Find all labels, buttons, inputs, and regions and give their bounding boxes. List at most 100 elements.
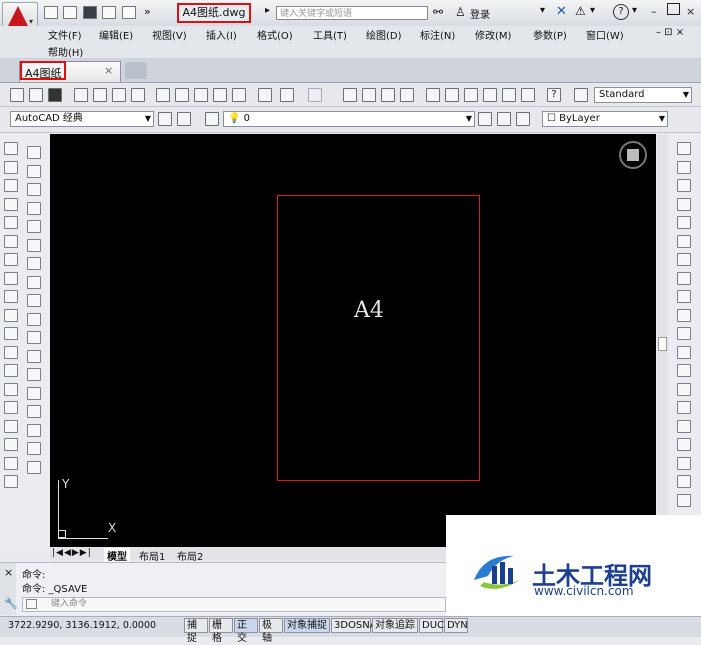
table-icon[interactable] bbox=[4, 456, 18, 470]
arc-length-icon[interactable] bbox=[677, 179, 691, 192]
text-style-icon[interactable] bbox=[574, 88, 588, 102]
gradient-icon[interactable] bbox=[4, 419, 18, 433]
tab-layout2[interactable]: 布局2 bbox=[177, 548, 203, 563]
diameter-icon[interactable] bbox=[677, 253, 691, 266]
layer-properties-icon[interactable] bbox=[205, 112, 219, 126]
zoom-previous-icon[interactable] bbox=[400, 88, 414, 102]
extend-icon[interactable] bbox=[27, 331, 41, 344]
status-toggle-7[interactable]: 对象追踪 bbox=[372, 618, 418, 633]
status-toggle-5[interactable]: 对象捕捉 bbox=[284, 618, 330, 633]
pan-icon[interactable] bbox=[343, 88, 357, 102]
close-tab-icon[interactable]: × bbox=[104, 64, 113, 77]
print-preview-icon[interactable] bbox=[93, 88, 107, 102]
scrollbar-thumb[interactable] bbox=[658, 337, 667, 351]
login-link[interactable]: 登录 bbox=[470, 6, 490, 21]
status-toggle-2[interactable]: 栅格 bbox=[209, 618, 233, 644]
workspace-settings-icon[interactable] bbox=[158, 112, 172, 126]
polyline-icon[interactable] bbox=[4, 179, 18, 192]
block-editor-icon[interactable] bbox=[258, 88, 272, 102]
redo-icon[interactable] bbox=[308, 88, 322, 102]
new-tab-button[interactable] bbox=[125, 62, 147, 79]
join-icon[interactable] bbox=[27, 386, 41, 400]
insert-block-icon[interactable] bbox=[4, 345, 18, 359]
ellipse-icon[interactable] bbox=[4, 308, 18, 322]
help-icon[interactable]: ? bbox=[547, 88, 561, 102]
match-properties-icon[interactable] bbox=[213, 88, 227, 102]
multiline-text-icon[interactable] bbox=[4, 475, 18, 488]
break-dimension-icon[interactable] bbox=[677, 364, 691, 377]
tab-navigation-arrows-icon[interactable]: |◀◀▶▶| bbox=[52, 548, 92, 558]
workspace-select[interactable]: AutoCAD 经典 ▼ bbox=[10, 111, 154, 127]
text-style-select[interactable]: Standard ▼ bbox=[594, 87, 692, 103]
close-window-button[interactable]: × bbox=[686, 5, 695, 18]
make-current-layer-icon[interactable] bbox=[478, 112, 492, 126]
revision-cloud-icon[interactable] bbox=[4, 271, 18, 285]
array-icon[interactable] bbox=[27, 220, 41, 233]
status-toggle-1[interactable]: 捕捉 bbox=[184, 618, 208, 644]
baseline-icon[interactable] bbox=[677, 308, 691, 322]
aligned-dimension-icon[interactable] bbox=[677, 160, 691, 174]
warning-icon[interactable]: ⚠ bbox=[575, 4, 586, 18]
continue-icon[interactable] bbox=[677, 327, 691, 340]
properties-icon[interactable] bbox=[426, 88, 440, 102]
copy-icon[interactable] bbox=[27, 164, 41, 178]
a4-text-label[interactable]: A4 bbox=[354, 298, 394, 323]
center-mark-icon[interactable] bbox=[677, 401, 691, 414]
dimension-edit-icon[interactable] bbox=[677, 456, 691, 470]
ordinate-icon[interactable] bbox=[677, 197, 691, 211]
menu-item-tools[interactable]: 工具(T) bbox=[313, 27, 347, 42]
break-icon[interactable] bbox=[27, 368, 41, 381]
region-icon[interactable] bbox=[4, 438, 18, 451]
fillet-icon[interactable] bbox=[27, 423, 41, 437]
status-toggle-6[interactable]: 3DOSNAP bbox=[331, 618, 383, 633]
print-icon[interactable] bbox=[74, 88, 88, 102]
markup-icon[interactable] bbox=[502, 88, 516, 102]
open-folder-icon[interactable] bbox=[29, 88, 43, 102]
exchange-icon[interactable]: ✕ bbox=[556, 4, 567, 19]
undo-icon[interactable] bbox=[280, 88, 294, 102]
cut-icon[interactable] bbox=[156, 88, 170, 102]
viewcube-icon[interactable] bbox=[627, 149, 639, 161]
print-icon[interactable] bbox=[122, 6, 136, 19]
publish-icon[interactable] bbox=[112, 88, 126, 102]
circle-icon[interactable] bbox=[4, 253, 18, 266]
trim-icon[interactable] bbox=[27, 312, 41, 326]
line-icon[interactable] bbox=[4, 142, 18, 155]
offset-icon[interactable] bbox=[27, 201, 41, 215]
jogged-linear-icon[interactable] bbox=[677, 438, 691, 451]
zoom-realtime-icon[interactable] bbox=[362, 88, 376, 102]
calculator-icon[interactable] bbox=[521, 88, 535, 102]
user-icon[interactable]: ♙ bbox=[455, 5, 466, 19]
menu-item-modify[interactable]: 修改(M) bbox=[475, 27, 511, 42]
brush-icon[interactable] bbox=[232, 88, 246, 102]
dimension-text-edit-icon[interactable] bbox=[677, 475, 691, 488]
angular-icon[interactable] bbox=[677, 271, 691, 285]
explode-icon[interactable] bbox=[27, 460, 41, 474]
paste-icon[interactable] bbox=[194, 88, 208, 102]
mirror-icon[interactable] bbox=[27, 183, 41, 196]
design-center-icon[interactable] bbox=[445, 88, 459, 102]
quick-dimension-icon[interactable] bbox=[677, 290, 691, 303]
make-block-icon[interactable] bbox=[4, 364, 18, 377]
sheet-set-icon[interactable] bbox=[483, 88, 497, 102]
break-at-point-icon[interactable] bbox=[27, 349, 41, 363]
save-as-icon[interactable] bbox=[102, 6, 116, 19]
rotate-icon[interactable] bbox=[27, 257, 41, 270]
menu-item-window[interactable]: 窗口(W) bbox=[586, 27, 624, 42]
help-icon[interactable]: ? bbox=[613, 4, 629, 20]
point-icon[interactable] bbox=[4, 382, 18, 396]
chevron-down-icon[interactable]: ▾ bbox=[632, 5, 637, 16]
more-icon[interactable]: » bbox=[144, 5, 151, 18]
wrench-icon[interactable]: 🔧 bbox=[4, 597, 18, 610]
tab-layout1[interactable]: 布局1 bbox=[139, 548, 165, 563]
minimize-button[interactable]: – bbox=[651, 5, 657, 18]
tool-palettes-icon[interactable] bbox=[464, 88, 478, 102]
3d-dwf-icon[interactable] bbox=[131, 88, 145, 102]
polygon-icon[interactable] bbox=[4, 197, 18, 211]
linear-dimension-icon[interactable] bbox=[677, 142, 691, 155]
binoculars-icon[interactable]: ⚯ bbox=[433, 5, 443, 19]
a4-border-rectangle[interactable] bbox=[277, 195, 480, 481]
menu-item-edit[interactable]: 编辑(E) bbox=[99, 27, 133, 42]
document-window-controls[interactable]: – ⊡ × bbox=[656, 27, 684, 38]
layer-previous-icon[interactable] bbox=[497, 112, 511, 126]
